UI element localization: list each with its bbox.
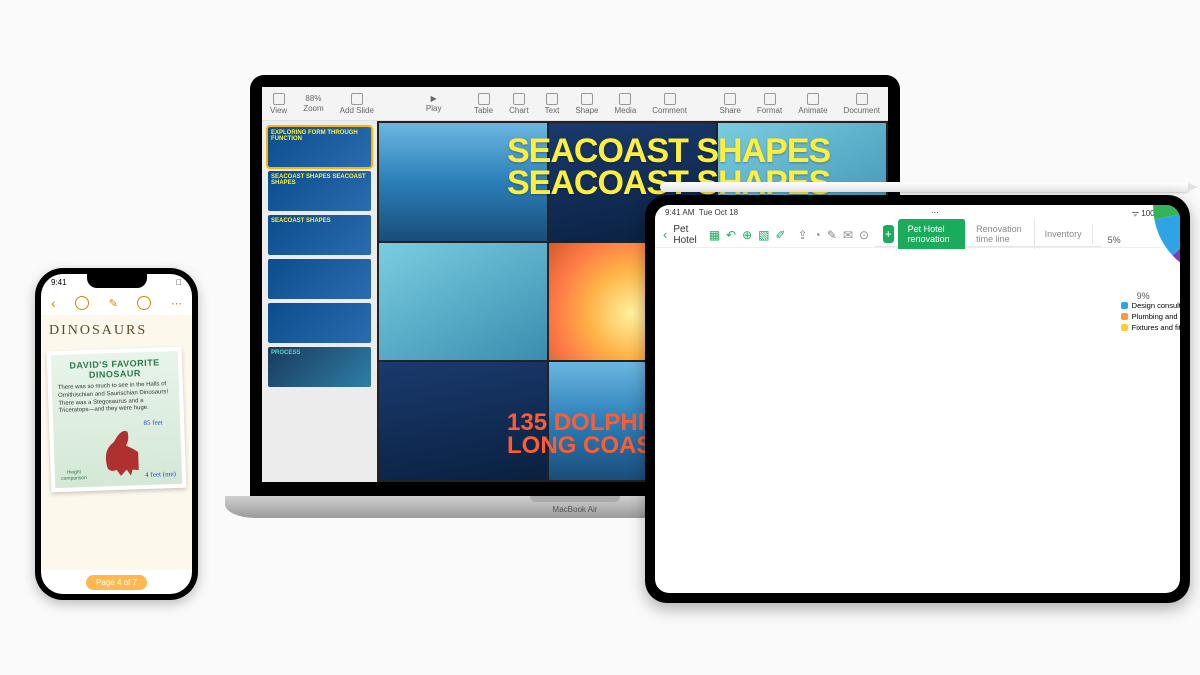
- chart-button[interactable]: Chart: [509, 93, 529, 115]
- table-icon[interactable]: ▦: [709, 227, 720, 243]
- tab-inventory[interactable]: Inventory: [1035, 224, 1093, 244]
- ipad-device: 9:41 AM Tue Oct 18 ⋯ ᯤ 100% 􀛨 ‹ Pet Hote…: [645, 195, 1190, 603]
- format-icon[interactable]: ◔: [814, 227, 821, 243]
- slide-thumb[interactable]: [268, 259, 371, 299]
- iphone-device: 9:41􀛨 ‹ ✎ ⋯ DINOSAURS Ro DAVID'S FAVORIT…: [35, 268, 198, 600]
- zoom-button[interactable]: 88%Zoom: [303, 94, 323, 113]
- page-title: DINOSAURS: [49, 323, 184, 339]
- format-button[interactable]: Format: [757, 93, 782, 115]
- comment-button[interactable]: Comment: [652, 93, 687, 115]
- view-button[interactable]: View: [270, 93, 287, 115]
- insert-icon[interactable]: ⊕: [742, 227, 752, 243]
- slide-thumb[interactable]: PROCESS: [268, 347, 371, 387]
- brush-icon[interactable]: ✎: [109, 297, 118, 310]
- annotation: 85 feet: [143, 418, 174, 427]
- undo-icon[interactable]: [75, 296, 89, 310]
- play-button[interactable]: ▶Play: [426, 94, 442, 113]
- slide-thumb[interactable]: [268, 303, 371, 343]
- donut-chart[interactable]: Renovation budget allocation 32% 16% 15%…: [1121, 205, 1180, 297]
- page-indicator[interactable]: Page 4 of 7: [86, 575, 147, 590]
- pages-toolbar: ‹ ✎ ⋯: [41, 291, 192, 315]
- keynote-toolbar: View 88%Zoom Add Slide ▶Play Table Chart…: [262, 87, 888, 121]
- add-sheet-button[interactable]: +: [883, 225, 894, 243]
- card-body: There was so much to see in the Halls of…: [58, 381, 174, 416]
- back-icon[interactable]: ‹: [663, 227, 667, 242]
- more-icon[interactable]: ⊙: [859, 227, 869, 243]
- card-title: DAVID'S FAVORITE DINOSAUR: [57, 357, 173, 381]
- pct-label: 15%: [1107, 235, 1121, 245]
- tab-timeline[interactable]: Renovation time line: [966, 219, 1035, 249]
- pct-label: 9%: [1137, 291, 1150, 301]
- tab-renovation[interactable]: Pet Hotel renovation: [898, 219, 967, 249]
- paint-icon[interactable]: ✐: [776, 227, 786, 243]
- document-body[interactable]: DINOSAURS Ro DAVID'S FAVORITE DINOSAUR T…: [41, 315, 192, 570]
- add-icon[interactable]: [137, 296, 151, 310]
- apple-pencil: [660, 182, 1190, 192]
- share-icon[interactable]: ⇪: [798, 227, 808, 243]
- more-icon[interactable]: ⋯: [171, 297, 182, 310]
- slide-navigator[interactable]: EXPLORING FORM THROUGH FUNCTION SEACOAST…: [262, 121, 377, 482]
- slide-thumb[interactable]: SEACOAST SHAPES SEACOAST SHAPES: [268, 171, 371, 211]
- media-icon[interactable]: ▧: [758, 227, 769, 243]
- dinosaur-illustration: [91, 419, 139, 481]
- battery-icon: 􀛨: [176, 278, 182, 287]
- chart-legend: Design consultation fees Plumbing and el…: [1121, 301, 1180, 334]
- animate-button[interactable]: Animate: [798, 93, 827, 115]
- document-name[interactable]: Pet Hotel: [673, 224, 696, 246]
- table-button[interactable]: Table: [474, 93, 493, 115]
- undo-icon[interactable]: ↶: [726, 227, 736, 243]
- comment-icon[interactable]: ✉: [843, 227, 853, 243]
- document-button[interactable]: Document: [844, 93, 880, 115]
- back-icon[interactable]: ‹: [51, 295, 56, 311]
- annotation: 4 feet (me): [145, 470, 176, 479]
- share-button[interactable]: Share: [719, 93, 740, 115]
- media-button[interactable]: Media: [614, 93, 636, 115]
- device-label: MacBook Air: [553, 505, 598, 514]
- spreadsheet-canvas[interactable]: PET HOTEL & DAY CARE Renovation Project …: [1107, 205, 1180, 408]
- slide-thumb[interactable]: SEACOAST SHAPES: [268, 215, 371, 255]
- text-button[interactable]: Text: [545, 93, 560, 115]
- brush-icon[interactable]: ✎: [827, 227, 837, 243]
- slide-thumb[interactable]: EXPLORING FORM THROUGH FUNCTION: [268, 127, 371, 167]
- add-slide-button[interactable]: Add Slide: [340, 93, 374, 115]
- numbers-nav: ‹ Pet Hotel ▦ ↶ ⊕ ▧ ✐ ⇪ ◔ ✎ ✉ ⊙ + Pet Ho…: [655, 222, 1180, 248]
- sheet-tabs: + Pet Hotel renovation Renovation time l…: [875, 223, 1101, 247]
- chart-label: Height comparison: [61, 469, 87, 482]
- shape-button[interactable]: Shape: [575, 93, 598, 115]
